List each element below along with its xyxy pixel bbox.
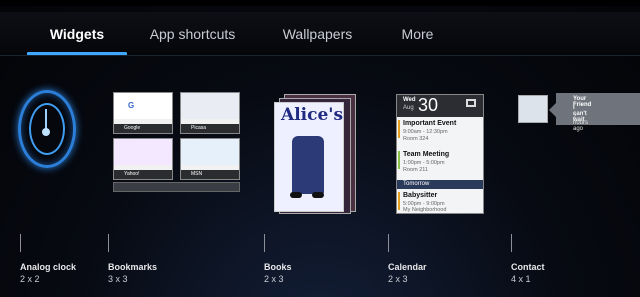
event-color-bar: [398, 120, 400, 138]
bookmark-thumb: Picasa: [180, 92, 240, 134]
event-time: 1:00pm - 5:00pm: [403, 160, 445, 166]
calendar-tomorrow: Tomorrow: [397, 180, 483, 189]
widget-name: Calendar: [388, 262, 427, 272]
widget-name: Analog clock: [20, 262, 77, 272]
widget-size: 2 x 2: [20, 274, 40, 284]
widget-size: 2 x 3: [264, 274, 284, 284]
widget-size: 3 x 3: [108, 274, 128, 284]
bookmark-strip: [113, 182, 240, 192]
widget-divider: [388, 234, 389, 252]
event-place: My Neighborhood: [403, 207, 447, 213]
event-title: Babysitter: [403, 192, 438, 199]
contact-icon: [518, 95, 548, 123]
tab-bar-divider: [0, 55, 640, 56]
book-title: Alice's: [281, 105, 344, 125]
event-color-bar: [398, 151, 400, 169]
book-illustration-detail: [312, 192, 324, 198]
contact-time: 2 hours ago: [573, 114, 589, 132]
widget-divider: [511, 234, 512, 252]
widget-divider: [20, 234, 21, 252]
calendar-date: 30: [418, 95, 439, 115]
widget-name: Bookmarks: [108, 262, 158, 272]
tab-bar: Widgets App shortcuts Wallpapers More: [0, 12, 640, 56]
event-color-bar: [398, 192, 400, 210]
bookmark-thumb: Yahoo!: [113, 138, 173, 180]
event-time: 9:00am - 12:30pm: [403, 129, 448, 135]
clock-hand: [45, 109, 47, 129]
widget-divider: [108, 234, 109, 252]
widget-divider: [264, 234, 265, 252]
calendar-icon: [466, 99, 476, 107]
event-title: Team Meeting: [403, 151, 450, 158]
widget-picker-screen: Widgets App shortcuts Wallpapers More An…: [0, 0, 640, 297]
book-illustration: [292, 136, 324, 194]
clock-center: [42, 128, 50, 136]
tab-app-shortcuts[interactable]: App shortcuts: [140, 12, 245, 56]
calendar-month: Aug: [403, 105, 414, 111]
event-title: Important Event: [403, 120, 457, 127]
bookmark-thumb: G Google: [113, 92, 173, 134]
contact-bubble: [556, 93, 640, 125]
tab-wallpapers[interactable]: Wallpapers: [270, 12, 365, 56]
widget-name: Contact: [511, 262, 545, 272]
widget-size: 4 x 1: [511, 274, 531, 284]
calendar-day: Wed: [403, 97, 416, 103]
book-illustration-detail: [290, 192, 302, 198]
bookmark-thumb: MSN: [180, 138, 240, 180]
event-place: Room 211: [403, 167, 428, 173]
event-place: Room 324: [403, 136, 429, 142]
widget-size: 2 x 3: [388, 274, 408, 284]
tab-widgets[interactable]: Widgets: [27, 12, 127, 56]
widget-name: Books: [264, 262, 292, 272]
tab-more[interactable]: More: [380, 12, 455, 56]
